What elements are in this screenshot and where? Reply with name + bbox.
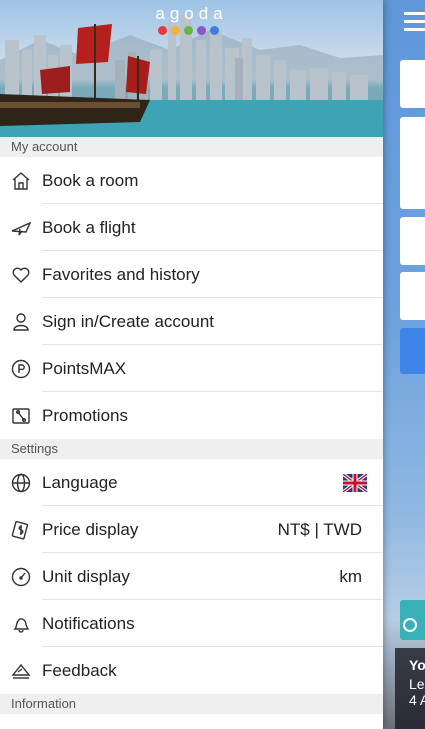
section-settings: Settings	[0, 439, 383, 459]
recent-card-date: 4 A	[409, 692, 425, 708]
menu-label: Language	[42, 472, 118, 492]
tag-icon	[11, 406, 31, 426]
menu-item-sign-in[interactable]: Sign in/Create account	[0, 298, 383, 345]
main-app-panel[interactable]: Yo Le 4 A	[383, 0, 425, 729]
navigation-drawer: agoda My account Book a room Book a flig…	[0, 0, 383, 729]
plane-icon	[11, 218, 31, 238]
gauge-icon	[11, 567, 31, 587]
menu-item-feedback[interactable]: Feedback	[0, 647, 383, 694]
guests-field[interactable]	[400, 217, 425, 265]
menu-item-book-room[interactable]: Book a room	[0, 157, 383, 204]
section-information: Information	[0, 694, 383, 714]
menu-label: Sign in/Create account	[42, 311, 214, 331]
menu-item-book-flight[interactable]: Book a flight	[0, 204, 383, 251]
search-button[interactable]	[400, 328, 425, 374]
header-image: agoda	[0, 0, 383, 137]
menu-label: Unit display	[42, 566, 130, 586]
menu-item-promotions[interactable]: Promotions	[0, 392, 383, 439]
logo-dots	[158, 26, 219, 35]
agoda-logo: agoda	[155, 4, 228, 23]
feedback-icon	[11, 661, 31, 681]
money-icon	[11, 520, 31, 540]
menu-label: Promotions	[42, 405, 128, 425]
menu-item-pointsmax[interactable]: PointsMAX	[0, 345, 383, 392]
unit-display-value: km	[339, 566, 362, 586]
recent-card-line: Le	[409, 676, 425, 692]
points-icon	[11, 359, 31, 379]
bell-icon	[11, 614, 31, 634]
search-field[interactable]	[400, 60, 425, 108]
menu-item-notifications[interactable]: Notifications	[0, 600, 383, 647]
globe-icon	[11, 473, 31, 493]
user-icon	[11, 312, 31, 332]
uk-flag-icon	[343, 473, 367, 492]
hamburger-menu-icon[interactable]	[404, 12, 425, 32]
menu-label: Notifications	[42, 613, 135, 633]
menu-item-language[interactable]: Language	[0, 459, 383, 506]
menu-item-favorites[interactable]: Favorites and history	[0, 251, 383, 298]
menu-label: PointsMAX	[42, 358, 127, 378]
menu-item-unit-display[interactable]: Unit display km	[0, 553, 383, 600]
section-my-account: My account	[0, 137, 383, 157]
rooms-field[interactable]	[400, 272, 425, 320]
heart-icon	[11, 265, 31, 285]
menu-label: Book a flight	[42, 217, 136, 237]
menu-label: Price display	[42, 519, 139, 539]
date-field[interactable]	[400, 117, 425, 209]
menu-item-price-display[interactable]: Price display NT$ | TWD	[0, 506, 383, 553]
home-icon	[11, 171, 31, 191]
promo-icon	[403, 618, 417, 632]
recent-card-title: Yo	[409, 657, 425, 673]
menu-label: Favorites and history	[42, 264, 200, 284]
menu-label: Feedback	[42, 660, 117, 680]
menu-label: Book a room	[42, 170, 139, 190]
price-display-value: NT$ | TWD	[277, 519, 362, 539]
